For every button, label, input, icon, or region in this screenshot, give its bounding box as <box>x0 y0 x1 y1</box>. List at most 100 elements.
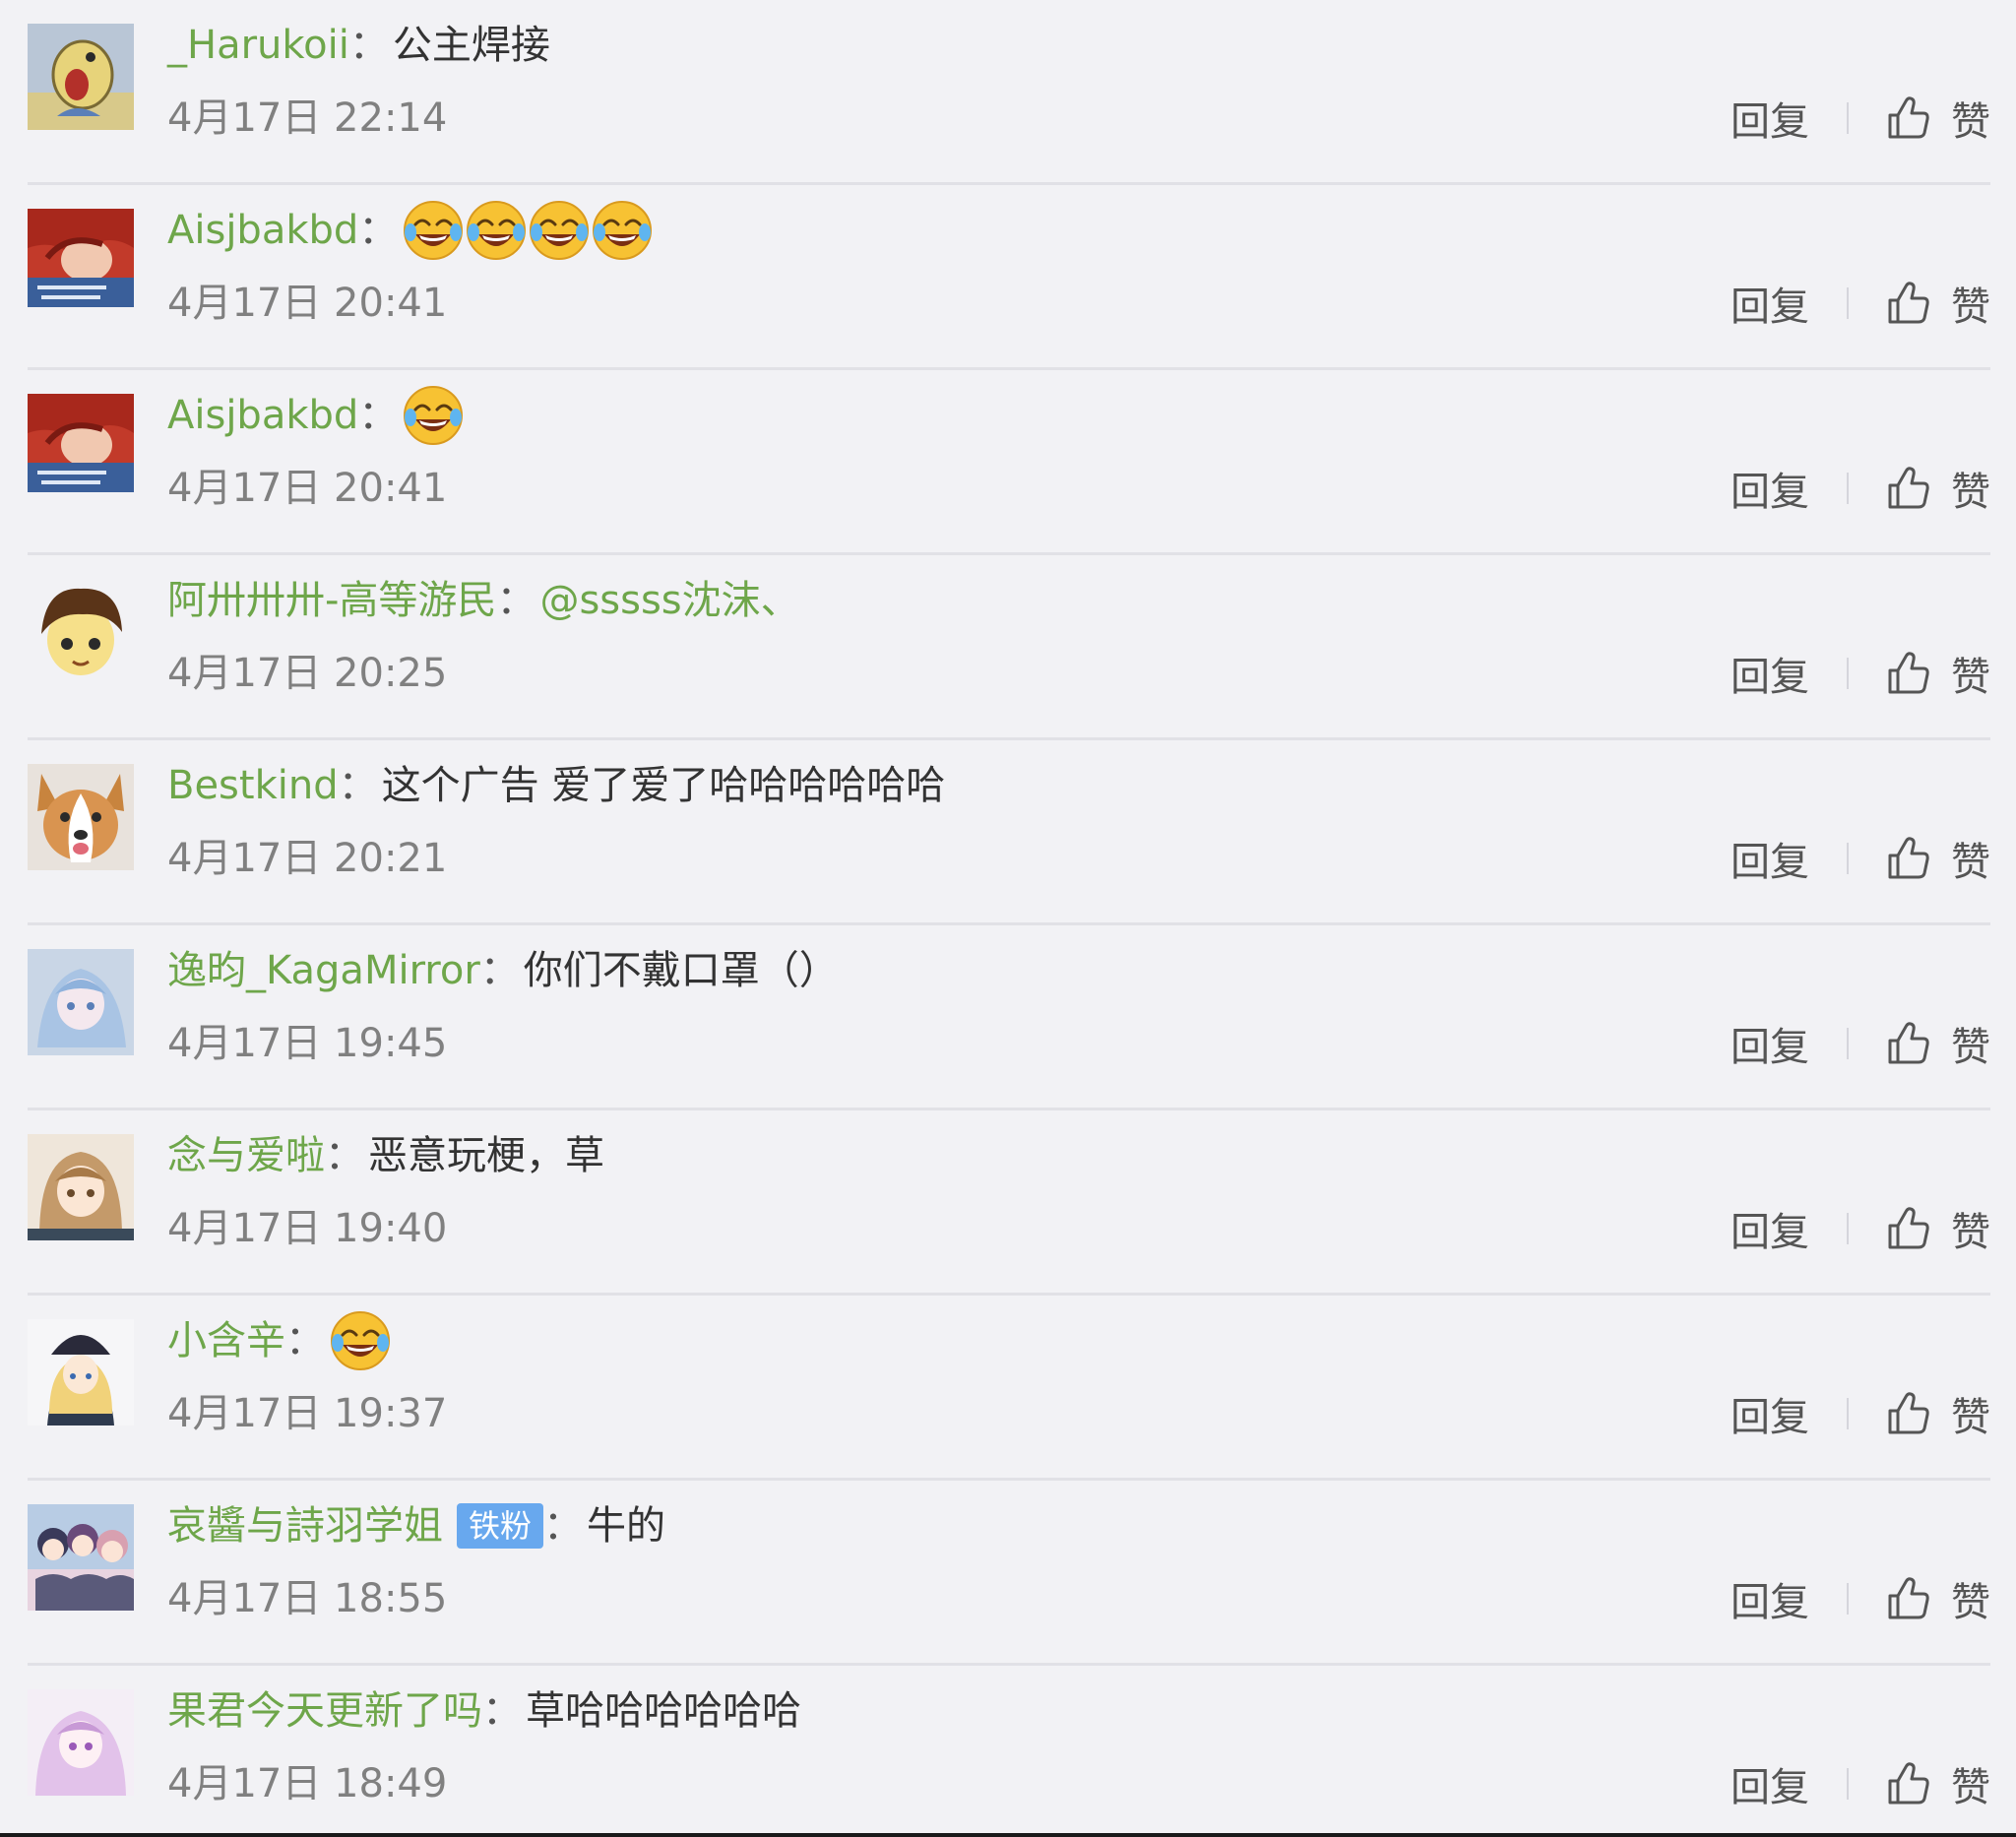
action-divider <box>1847 102 1849 134</box>
comment-line: Aisjbakbd ： <box>167 386 465 445</box>
comment-timestamp: 4月17日 20:41 <box>167 466 448 511</box>
username-link[interactable]: Aisjbakbd <box>167 386 358 445</box>
like-label: 赞 <box>1951 99 1990 145</box>
emoji-row <box>402 199 654 262</box>
reply-button[interactable]: 回复 <box>1731 1385 1809 1442</box>
like-label: 赞 <box>1951 1580 1990 1625</box>
comment-timestamp: 4月17日 22:14 <box>167 95 448 141</box>
comment-item: Aisjbakbd ： 4月17日 20:41 回复 赞 <box>0 370 2016 555</box>
laughing-tears-emoji-icon <box>465 199 528 262</box>
thumb-up-icon <box>1884 1019 1933 1068</box>
comment-timestamp: 4月17日 19:40 <box>167 1206 448 1251</box>
like-button[interactable]: 赞 <box>1884 1015 1990 1072</box>
comment-item: Bestkind ： 这个广告 爱了爱了哈哈哈哈哈哈 4月17日 20:21 回… <box>0 740 2016 925</box>
reply-button[interactable]: 回复 <box>1731 275 1809 332</box>
anime-girl-brown-avatar-icon[interactable] <box>28 1134 134 1240</box>
reply-button[interactable]: 回复 <box>1731 1570 1809 1627</box>
colon: ： <box>358 393 399 438</box>
like-button[interactable]: 赞 <box>1884 1755 1990 1812</box>
username-link[interactable]: 哀醬与詩羽学姐 <box>167 1496 443 1555</box>
like-button[interactable]: 赞 <box>1884 460 1990 517</box>
bottom-border <box>0 1833 2016 1837</box>
action-divider <box>1847 287 1849 319</box>
like-label: 赞 <box>1951 1025 1990 1070</box>
like-button[interactable]: 赞 <box>1884 645 1990 702</box>
anime-girl-blue-avatar-icon[interactable] <box>28 949 134 1055</box>
comment-timestamp: 4月17日 19:45 <box>167 1021 448 1066</box>
anime-boy-avatar-icon[interactable] <box>28 579 134 685</box>
emoji-row <box>402 384 465 447</box>
comment-line: Aisjbakbd ： <box>167 201 654 260</box>
colon: ： <box>325 1133 364 1178</box>
reply-button[interactable]: 回复 <box>1731 1015 1809 1072</box>
red-hair-avatar-icon[interactable] <box>28 394 134 500</box>
laughing-tears-emoji-icon <box>528 199 591 262</box>
username-link[interactable]: 念与爱啦 <box>167 1126 325 1185</box>
comment-actions: 回复 赞 <box>1731 646 1990 701</box>
comment-item: 逸昀_KagaMirror ： 你们不戴口罩（） 4月17日 19:45 回复 … <box>0 925 2016 1110</box>
comment-item: 哀醬与詩羽学姐 铁粉 ： 牛的 4月17日 18:55 回复 赞 <box>0 1481 2016 1666</box>
thumb-up-icon <box>1884 834 1933 883</box>
comment-actions: 回复 赞 <box>1731 461 1990 516</box>
comment-line: 逸昀_KagaMirror ： 你们不戴口罩（） <box>167 941 839 1000</box>
thumb-up-icon <box>1884 1574 1933 1623</box>
reply-button[interactable]: 回复 <box>1731 1755 1809 1812</box>
comment-line: 阿卅卅卅-高等游民 ： @sssss沈沫、 <box>167 571 800 630</box>
anime-group-avatar-icon[interactable] <box>28 1504 134 1611</box>
like-button[interactable]: 赞 <box>1884 830 1990 887</box>
laughing-tears-emoji-icon <box>402 199 465 262</box>
comment-text: 这个广告 爱了爱了哈哈哈哈哈哈 <box>381 763 946 808</box>
corgi-dog-avatar-icon[interactable] <box>28 764 134 870</box>
like-button[interactable]: 赞 <box>1884 1200 1990 1257</box>
comment-item: 果君今天更新了吗 ： 草哈哈哈哈哈哈 4月17日 18:49 回复 赞 <box>0 1666 2016 1833</box>
like-button[interactable]: 赞 <box>1884 1385 1990 1442</box>
username-link[interactable]: 阿卅卅卅-高等游民 <box>167 571 496 630</box>
comment-timestamp: 4月17日 20:21 <box>167 836 448 881</box>
anime-girl-pink-avatar-icon[interactable] <box>28 1689 134 1796</box>
thumb-up-icon <box>1884 1759 1933 1808</box>
colon: ： <box>338 763 378 808</box>
comment-timestamp: 4月17日 19:37 <box>167 1391 448 1436</box>
reply-button[interactable]: 回复 <box>1731 90 1809 147</box>
laughing-tears-emoji-icon <box>329 1309 392 1372</box>
username-link[interactable]: 果君今天更新了吗 <box>167 1681 482 1741</box>
action-divider <box>1847 658 1849 689</box>
like-button[interactable]: 赞 <box>1884 275 1990 332</box>
colon: ： <box>285 1318 325 1363</box>
colon: ： <box>358 208 399 253</box>
username-link[interactable]: Bestkind <box>167 756 339 815</box>
comment-actions: 回复 赞 <box>1731 1571 1990 1626</box>
comment-actions: 回复 赞 <box>1731 1016 1990 1071</box>
like-label: 赞 <box>1951 1765 1990 1810</box>
like-button[interactable]: 赞 <box>1884 1570 1990 1627</box>
reply-button[interactable]: 回复 <box>1731 1200 1809 1257</box>
emoji-row <box>329 1309 392 1372</box>
comment-item: _Harukoii ： 公主焊接 4月17日 22:14 回复 赞 <box>0 0 2016 185</box>
laughing-tears-emoji-icon <box>402 384 465 447</box>
mention-link[interactable]: @sssss沈沫、 <box>539 571 799 630</box>
reply-button[interactable]: 回复 <box>1731 830 1809 887</box>
username-link[interactable]: Aisjbakbd <box>167 201 358 260</box>
comment-line: _Harukoii ： 公主焊接 <box>167 16 550 75</box>
comment-timestamp: 4月17日 18:49 <box>167 1761 448 1806</box>
reply-button[interactable]: 回复 <box>1731 460 1809 517</box>
fan-badge[interactable]: 铁粉 <box>457 1503 544 1549</box>
comment-item: Aisjbakbd ： 4月17日 20:41 回复 赞 <box>0 185 2016 370</box>
anime-girl-hat-avatar-icon[interactable] <box>28 1319 134 1425</box>
comment-item: 阿卅卅卅-高等游民 ： @sssss沈沫、 4月17日 20:25 回复 赞 <box>0 555 2016 740</box>
like-label: 赞 <box>1951 1395 1990 1440</box>
action-divider <box>1847 1583 1849 1615</box>
username-link[interactable]: 小含辛 <box>167 1311 285 1370</box>
reply-button[interactable]: 回复 <box>1731 645 1809 702</box>
username-link[interactable]: _Harukoii <box>167 16 349 75</box>
comment-actions: 回复 赞 <box>1731 831 1990 886</box>
cartoon-bird-avatar-icon[interactable] <box>28 24 134 130</box>
comment-actions: 回复 赞 <box>1731 1756 1990 1811</box>
red-hair-avatar-icon[interactable] <box>28 209 134 315</box>
username-link[interactable]: 逸昀_KagaMirror <box>167 941 480 1000</box>
colon: ： <box>543 1503 584 1549</box>
comment-line: 小含辛 ： <box>167 1311 392 1370</box>
action-divider <box>1847 843 1849 874</box>
like-button[interactable]: 赞 <box>1884 90 1990 147</box>
comment-item: 小含辛 ： 4月17日 19:37 回复 赞 <box>0 1296 2016 1481</box>
